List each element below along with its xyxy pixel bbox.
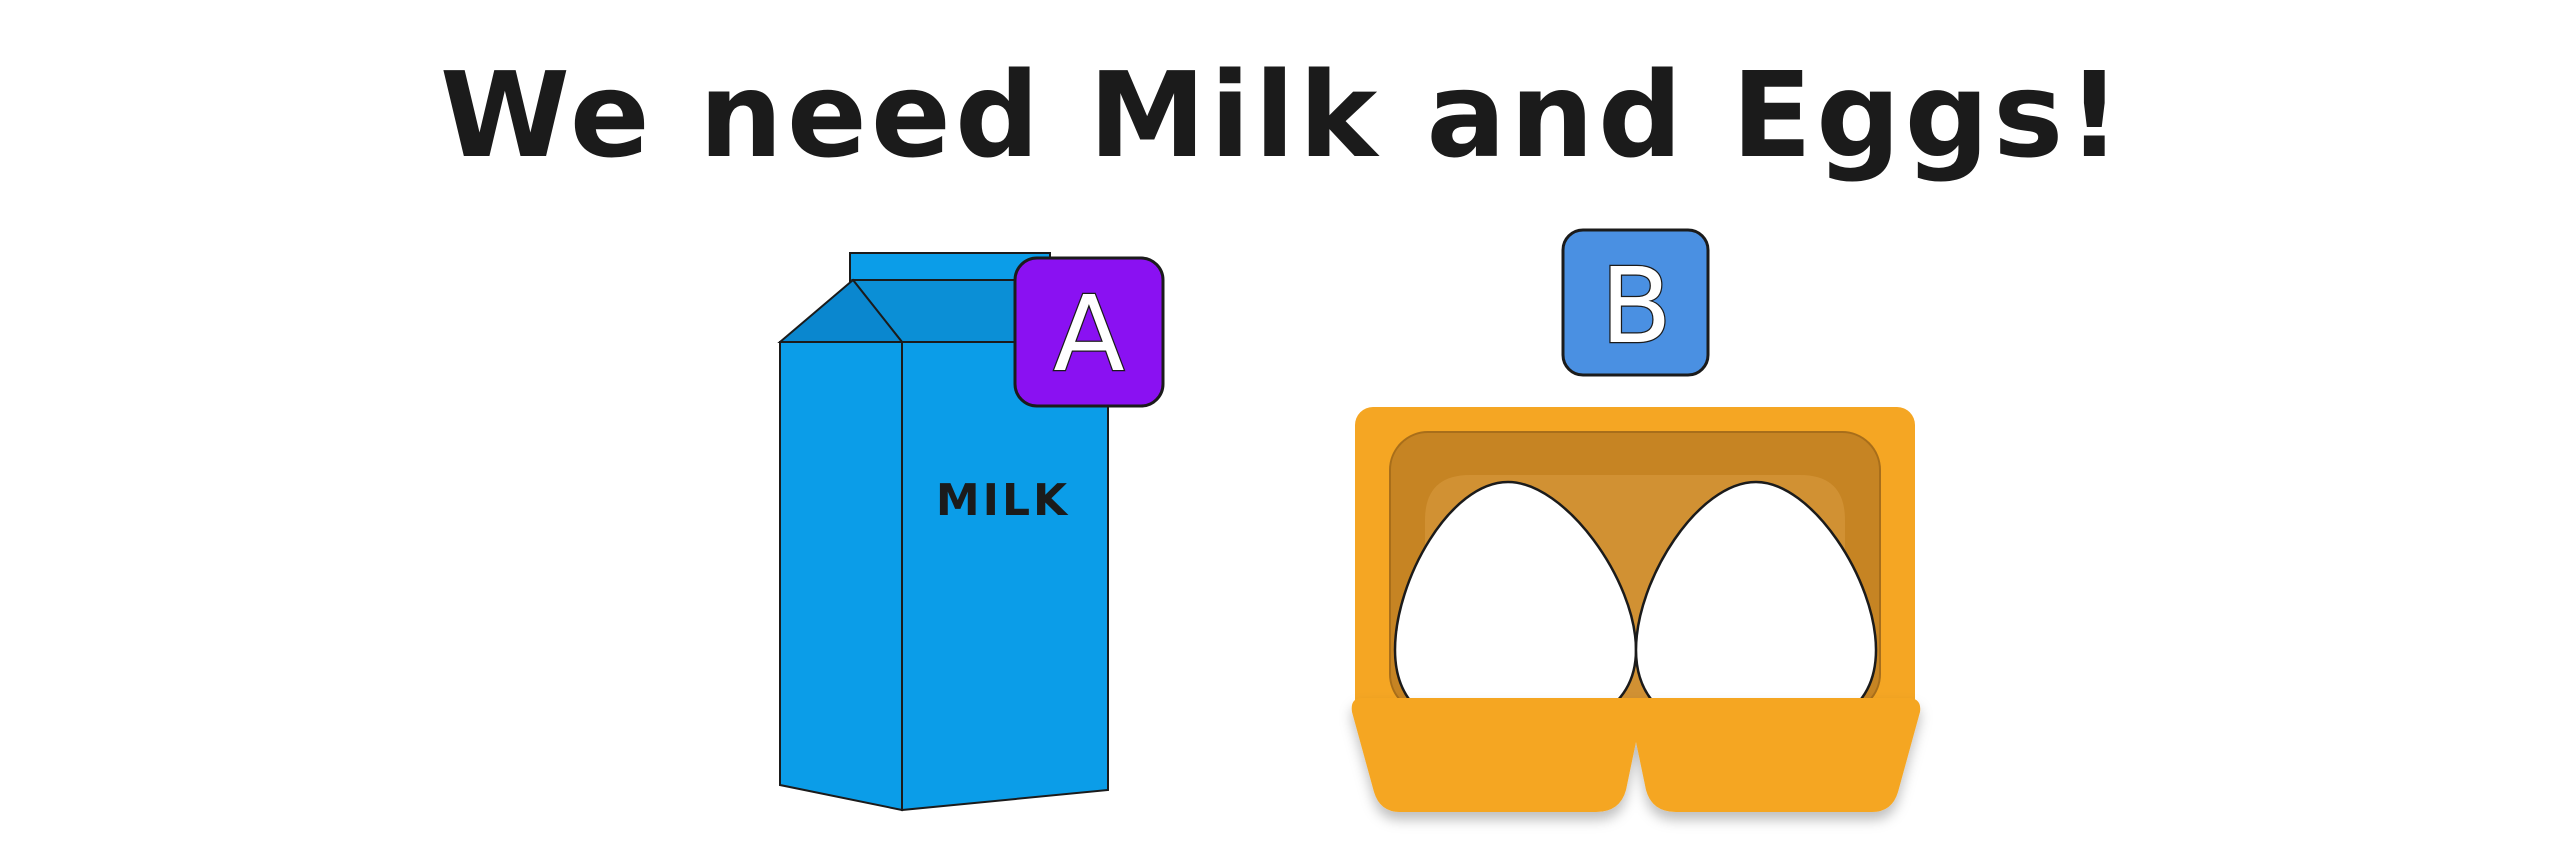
- badge-a-letter: A: [1053, 273, 1124, 395]
- egg-carton-front: [1351, 698, 1921, 812]
- badge-a[interactable]: A: [1013, 256, 1165, 408]
- carton-front: [901, 341, 1109, 812]
- badge-b[interactable]: B: [1561, 228, 1710, 377]
- egg-carton[interactable]: [1351, 407, 1921, 812]
- carton-side: [779, 341, 903, 812]
- illustration: MILK A B: [777, 228, 1921, 812]
- carton-label: MILK: [936, 475, 1070, 526]
- badge-b-letter: B: [1600, 245, 1671, 367]
